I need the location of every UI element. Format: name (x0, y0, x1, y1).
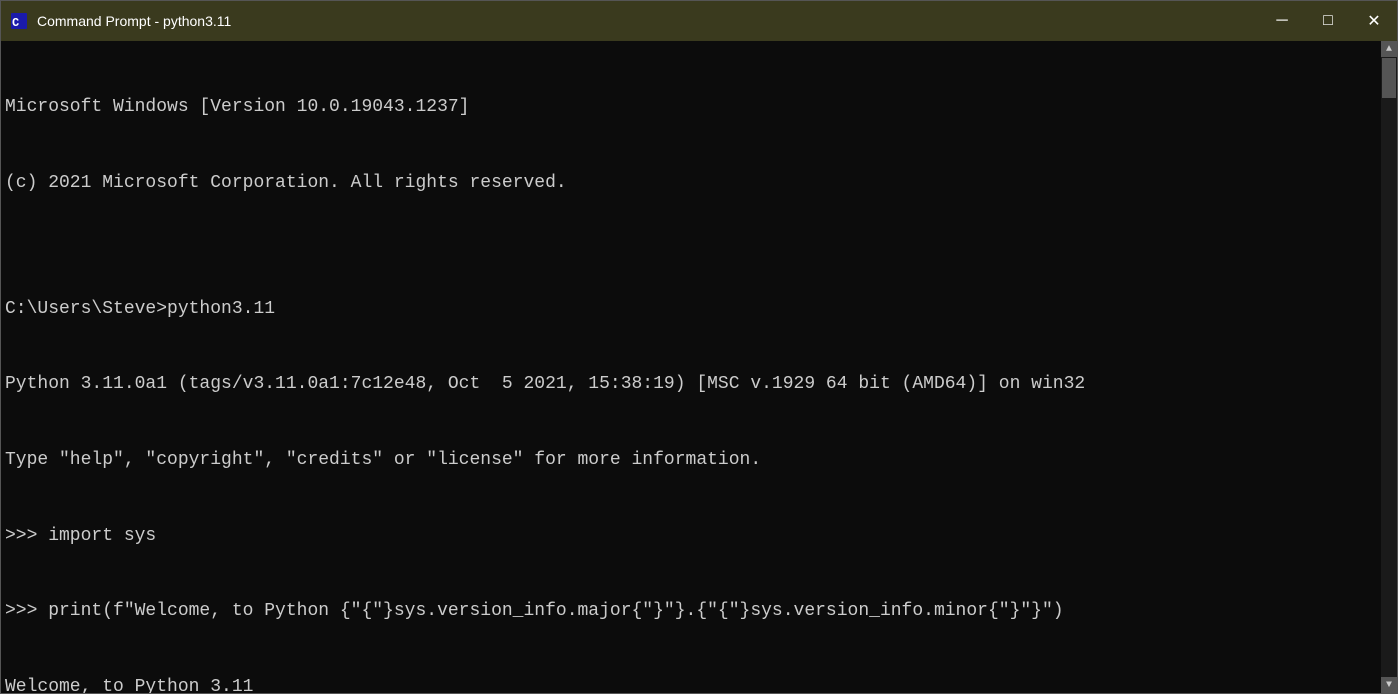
minimize-button[interactable]: ─ (1259, 1, 1305, 41)
window-title: Command Prompt - python3.11 (37, 13, 231, 29)
title-bar: C Command Prompt - python3.11 ─ □ ✕ (1, 1, 1397, 41)
terminal-body: Microsoft Windows [Version 10.0.19043.12… (1, 41, 1397, 693)
line-1: Microsoft Windows [Version 10.0.19043.12… (5, 95, 1377, 120)
svg-text:C: C (12, 16, 19, 30)
maximize-button[interactable]: □ (1305, 1, 1351, 41)
line-6: Type "help", "copyright", "credits" or "… (5, 448, 1377, 473)
line-8: >>> print(f"Welcome, to Python {"{"}sys.… (5, 599, 1377, 624)
line-5: Python 3.11.0a1 (tags/v3.11.0a1:7c12e48,… (5, 372, 1377, 397)
window-controls: ─ □ ✕ (1259, 1, 1397, 41)
title-bar-left: C Command Prompt - python3.11 (9, 11, 231, 31)
line-7: >>> import sys (5, 524, 1377, 549)
line-9: Welcome, to Python 3.11 (5, 675, 1377, 693)
scrollbar-thumb[interactable] (1382, 58, 1396, 98)
scrollbar-track[interactable] (1381, 57, 1397, 677)
scrollbar[interactable]: ▲ ▼ (1381, 41, 1397, 693)
scrollbar-down-arrow[interactable]: ▼ (1381, 677, 1397, 693)
line-2: (c) 2021 Microsoft Corporation. All righ… (5, 171, 1377, 196)
scrollbar-up-arrow[interactable]: ▲ (1381, 41, 1397, 57)
cmd-window: C Command Prompt - python3.11 ─ □ ✕ Micr… (0, 0, 1398, 694)
close-button[interactable]: ✕ (1351, 1, 1397, 41)
cmd-icon: C (9, 11, 29, 31)
terminal-content[interactable]: Microsoft Windows [Version 10.0.19043.12… (1, 41, 1381, 693)
line-4: C:\Users\Steve>python3.11 (5, 297, 1377, 322)
